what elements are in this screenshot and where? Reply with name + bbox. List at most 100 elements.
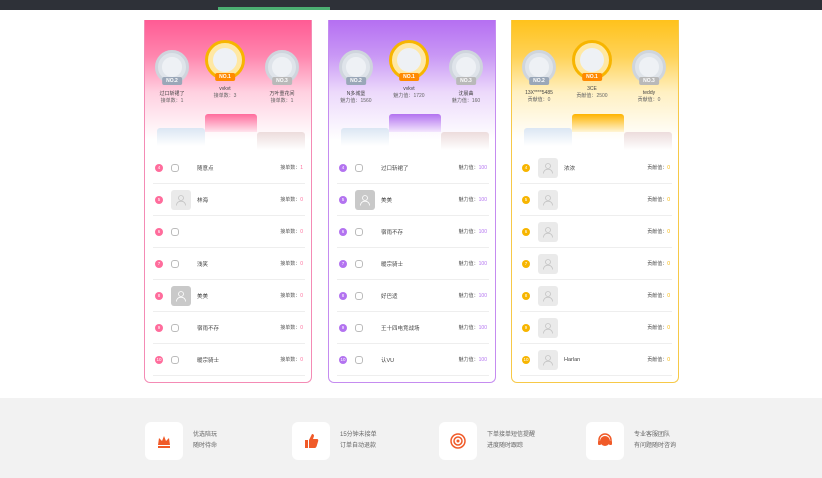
user-name[interactable]: 王十四电竞战场 bbox=[381, 324, 459, 332]
rank-number: 9 bbox=[522, 323, 530, 332]
top-rank-user[interactable]: NO.2 过口斩裙了 接单数：1 bbox=[155, 50, 189, 104]
score-line: 魅力值：100 bbox=[459, 324, 487, 331]
ranking-row[interactable]: 8 贡献值：0 bbox=[520, 280, 672, 312]
medal-avatar[interactable]: NO.1 bbox=[572, 40, 612, 81]
avatar bbox=[529, 57, 549, 77]
headset-icon bbox=[586, 422, 624, 460]
ranking-row[interactable]: 10 暖宗骑士 接单数：0 bbox=[153, 344, 305, 376]
user-name[interactable]: 万叶重花间 bbox=[265, 90, 299, 97]
ranking-list: 4 随意点 接单数：1 5 林海 接单数：0 6 接单数：0 7 浅笑 接单数：0 8 美美 接单数：0 9… bbox=[153, 152, 305, 376]
score-line: 魅力值：100 bbox=[459, 164, 487, 171]
score-label: 贡献值： bbox=[527, 97, 548, 103]
user-name[interactable]: 认VU bbox=[381, 356, 459, 364]
score-line: 接单数：0 bbox=[280, 260, 303, 267]
user-name[interactable]: 过口斩裙了 bbox=[155, 90, 189, 97]
ranking-row[interactable]: 5 林海 接单数：0 bbox=[153, 184, 305, 216]
score-label: 贡献值： bbox=[647, 357, 668, 363]
ranking-row[interactable]: 10 认VU 魅力值：100 bbox=[337, 344, 489, 376]
user-name[interactable]: Harlan bbox=[564, 357, 647, 363]
medal-avatar[interactable]: NO.2 bbox=[339, 50, 373, 85]
score-label: 贡献值： bbox=[647, 229, 668, 235]
ranking-row[interactable]: 8 好巴适 魅力值：100 bbox=[337, 280, 489, 312]
top-rank-user[interactable]: NO.1 vvkvt 魅力值：1720 bbox=[389, 40, 429, 99]
ranking-row[interactable]: 6 宿雨不存 魅力值：100 bbox=[337, 216, 489, 248]
ranking-row[interactable]: 7 浅笑 接单数：0 bbox=[153, 248, 305, 280]
rank-number: 7 bbox=[522, 259, 530, 268]
rank-number: 8 bbox=[155, 291, 163, 300]
user-name[interactable]: 美美 bbox=[381, 196, 459, 204]
ranking-row[interactable]: 6 贡献值：0 bbox=[520, 216, 672, 248]
user-name[interactable]: 暖宗骑士 bbox=[197, 356, 280, 364]
score-value: 0 bbox=[667, 293, 670, 299]
score-label: 贡献值： bbox=[647, 197, 668, 203]
ranking-row[interactable]: 10 Harlan 贡献值：0 bbox=[520, 344, 672, 376]
feature-title: 15分钟未接单 bbox=[340, 432, 377, 438]
top-rank-user[interactable]: NO.1 3CE 贡献值：2500 bbox=[572, 40, 612, 99]
ranking-row[interactable]: 4 过口斩裙了 魅力值：100 bbox=[337, 152, 489, 184]
feature-title: 专业客服团队 bbox=[634, 432, 671, 438]
user-name[interactable]: 过口斩裙了 bbox=[381, 164, 459, 172]
score-value: 0 bbox=[667, 229, 670, 235]
medal-avatar[interactable]: NO.1 bbox=[389, 40, 429, 81]
top-rank-user[interactable]: NO.1 vvkvt 接单数：3 bbox=[205, 40, 245, 99]
rank-number: 5 bbox=[522, 195, 530, 204]
user-name[interactable]: 好巴适 bbox=[381, 292, 459, 300]
rank-badge: NO.3 bbox=[639, 77, 659, 85]
score-label: 魅力值： bbox=[458, 357, 479, 363]
top-rank-user[interactable]: NO.2 13X****5485 贡献值：0 bbox=[522, 50, 556, 103]
ranking-row[interactable]: 9 王十四电竞战场 魅力值：100 bbox=[337, 312, 489, 344]
ranking-row[interactable]: 5 贡献值：0 bbox=[520, 184, 672, 216]
ranking-row[interactable]: 7 贡献值：0 bbox=[520, 248, 672, 280]
ranking-row[interactable]: 5 美美 魅力值：100 bbox=[337, 184, 489, 216]
user-name[interactable]: 美美 bbox=[197, 292, 280, 300]
score-value: 0 bbox=[657, 97, 661, 103]
top-rank-user[interactable]: NO.3 沈晨曲 魅力值：160 bbox=[449, 50, 483, 104]
podium-step bbox=[441, 132, 489, 150]
ranking-list: 4 浓浓 贡献值：0 5 贡献值：0 6 贡献值：0 7 贡献值：0 8 贡献值：0 9 贡献值：0 10… bbox=[520, 152, 672, 376]
score-value: 3 bbox=[233, 93, 237, 99]
avatar bbox=[171, 189, 191, 210]
score-line: 接单数：0 bbox=[280, 324, 303, 331]
ranking-row[interactable]: 4 随意点 接单数：1 bbox=[153, 152, 305, 184]
avatar bbox=[538, 349, 558, 370]
ranking-row[interactable]: 9 贡献值：0 bbox=[520, 312, 672, 344]
score-label: 魅力值： bbox=[393, 93, 414, 99]
ranking-row[interactable]: 9 宿雨不存 接单数：0 bbox=[153, 312, 305, 344]
feature-title: 优选陪玩 bbox=[193, 432, 218, 438]
ranking-list: 4 过口斩裙了 魅力值：100 5 美美 魅力值：100 6 宿雨不存 魅力值：100 7 暖宗骑士… bbox=[337, 152, 489, 376]
medal-avatar[interactable]: NO.2 bbox=[155, 50, 189, 85]
top-rank-user[interactable]: NO.3 万叶重花间 接单数：1 bbox=[265, 50, 299, 104]
score-line: 贡献值：0 bbox=[647, 228, 670, 235]
medal-avatar[interactable]: NO.1 bbox=[205, 40, 245, 81]
top-rank-user[interactable]: NO.3 teddy 贡献值：0 bbox=[632, 50, 666, 103]
features-footer: 优选陪玩 随时待命 15分钟未接单 订单自动退款 下单接单短信提醒 进度随时跟踪 专业客服团… bbox=[0, 398, 822, 478]
ranking-row[interactable]: 7 暖宗骑士 魅力值：100 bbox=[337, 248, 489, 280]
user-name[interactable]: 暖宗骑士 bbox=[381, 260, 459, 268]
feature-subtitle: 进度随时跟踪 bbox=[487, 443, 524, 449]
user-name[interactable]: N多城堡 bbox=[339, 90, 373, 97]
score-line: 贡献值：0 bbox=[647, 356, 670, 363]
user-name[interactable]: 浅笑 bbox=[197, 260, 280, 268]
user-name[interactable]: 宿雨不存 bbox=[381, 228, 459, 236]
crown-icon bbox=[145, 422, 183, 460]
score-value: 100 bbox=[478, 229, 487, 235]
ranking-row[interactable]: 8 美美 接单数：0 bbox=[153, 280, 305, 312]
user-name[interactable]: 沈晨曲 bbox=[449, 90, 483, 97]
ranking-row[interactable]: 6 接单数：0 bbox=[153, 216, 305, 248]
medal-avatar[interactable]: NO.3 bbox=[632, 50, 666, 85]
top-rank-user[interactable]: NO.2 N多城堡 魅力值：1560 bbox=[339, 50, 373, 104]
feature-item: 下单接单短信提醒 进度随时跟踪 bbox=[439, 422, 535, 460]
podium-step bbox=[341, 128, 389, 146]
ranking-row[interactable]: 4 浓浓 贡献值：0 bbox=[520, 152, 672, 184]
score-line: 魅力值：100 bbox=[459, 228, 487, 235]
medal-avatar[interactable]: NO.2 bbox=[522, 50, 556, 85]
user-name[interactable]: 浓浓 bbox=[564, 164, 647, 172]
user-name[interactable]: 宿雨不存 bbox=[197, 324, 280, 332]
score-value: 100 bbox=[478, 261, 487, 267]
medal-avatar[interactable]: NO.3 bbox=[449, 50, 483, 85]
user-name[interactable]: 林海 bbox=[197, 196, 280, 204]
score-line: 接单数：0 bbox=[280, 356, 303, 363]
rank-badge: NO.2 bbox=[529, 77, 549, 85]
user-name[interactable]: 随意点 bbox=[197, 164, 280, 172]
medal-avatar[interactable]: NO.3 bbox=[265, 50, 299, 85]
